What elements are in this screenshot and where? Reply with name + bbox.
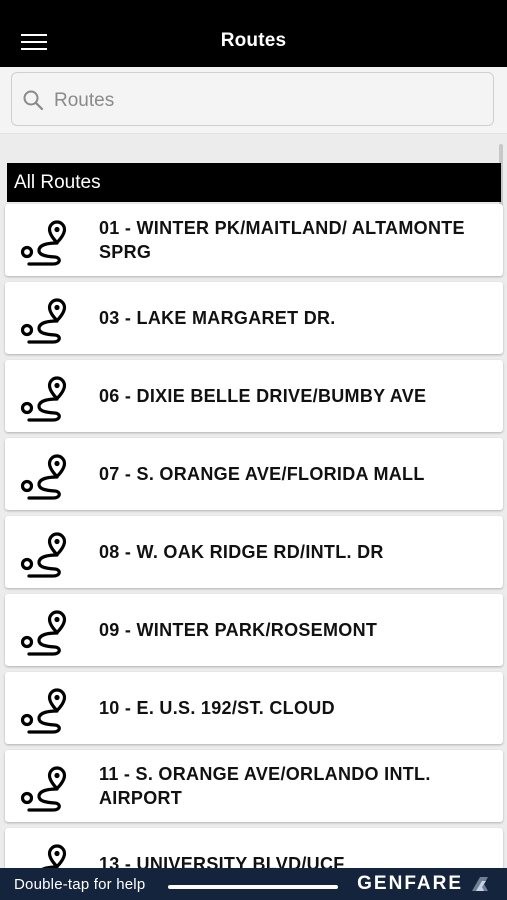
search-input[interactable] (52, 83, 476, 119)
route-label: 10 - E. U.S. 192/ST. CLOUD (99, 698, 335, 718)
help-hint: Double-tap for help (14, 876, 146, 893)
app-header: Routes (0, 0, 507, 67)
route-item[interactable]: 10 - E. U.S. 192/ST. CLOUD (5, 672, 503, 744)
route-item[interactable]: 07 - S. ORANGE AVE/FLORIDA MALL (5, 438, 503, 510)
route-label: 09 - WINTER PARK/ROSEMONT (99, 620, 378, 640)
route-item[interactable]: 06 - DIXIE BELLE DRIVE/BUMBY AVE (5, 360, 503, 432)
genfare-logo-icon (472, 877, 488, 891)
route-pin-icon (20, 220, 67, 266)
search-area (0, 67, 507, 134)
route-label: 11 - S. ORANGE AVE/ORLANDO INTL. AIRPORT (99, 764, 431, 808)
section-header: All Routes (7, 163, 501, 202)
routes-screen: Routes All Routes 01 - WINTER PK/MAITLAN… (0, 0, 507, 900)
home-indicator[interactable] (168, 885, 338, 889)
route-item[interactable]: 01 - WINTER PK/MAITLAND/ ALTAMONTE SPRG (5, 204, 503, 276)
route-item[interactable]: 03 - LAKE MARGARET DR. (5, 282, 503, 354)
route-pin-icon (20, 532, 67, 578)
route-label: 06 - DIXIE BELLE DRIVE/BUMBY AVE (99, 386, 427, 406)
search-box[interactable] (11, 72, 494, 126)
route-item[interactable]: 11 - S. ORANGE AVE/ORLANDO INTL. AIRPORT (5, 750, 503, 822)
route-pin-icon (20, 298, 67, 344)
route-label: 03 - LAKE MARGARET DR. (99, 308, 336, 328)
route-item[interactable]: 08 - W. OAK RIDGE RD/INTL. DR (5, 516, 503, 588)
route-pin-icon (20, 610, 67, 656)
route-pin-icon (20, 766, 67, 812)
route-item[interactable]: 09 - WINTER PARK/ROSEMONT (5, 594, 503, 666)
route-label: 01 - WINTER PK/MAITLAND/ ALTAMONTE SPRG (99, 218, 465, 262)
routes-list: 01 - WINTER PK/MAITLAND/ ALTAMONTE SPRG … (5, 204, 503, 900)
brand-name: GENFARE (357, 873, 463, 894)
route-pin-icon (20, 688, 67, 734)
route-label: 07 - S. ORANGE AVE/FLORIDA MALL (99, 464, 425, 484)
route-pin-icon (20, 454, 67, 500)
accessibility-footer: Double-tap for help GENFARE (0, 868, 507, 900)
page-title: Routes (220, 30, 287, 51)
route-pin-icon (20, 376, 67, 422)
search-icon (23, 90, 44, 111)
route-label: 08 - W. OAK RIDGE RD/INTL. DR (99, 542, 384, 562)
routes-list-area[interactable]: All Routes 01 - WINTER PK/MAITLAND/ ALTA… (0, 134, 507, 900)
